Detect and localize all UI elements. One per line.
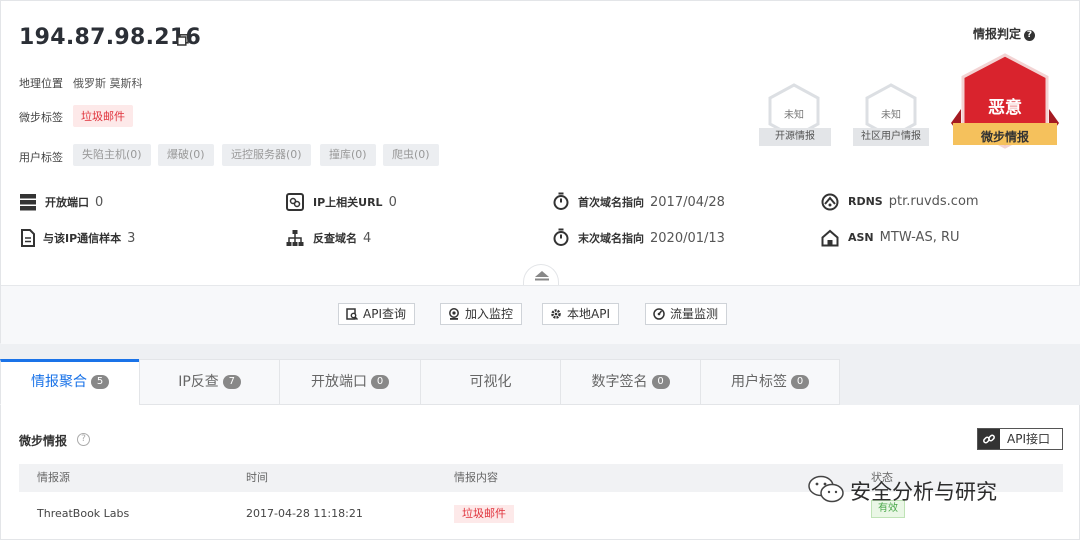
open-source-status: 未知 <box>784 110 804 121</box>
tab-ip-reverse[interactable]: IP反查 7 <box>139 359 280 405</box>
col-content: 情报内容 <box>454 471 498 484</box>
user-tag-compromised[interactable]: 失陷主机(0) <box>73 144 151 166</box>
help-icon[interactable]: ? <box>1024 30 1036 41</box>
gear-icon <box>551 309 561 319</box>
verdict-title: 情报判定? <box>973 25 1036 42</box>
home-icon <box>821 229 839 247</box>
user-tag-label: 用户标签 <box>19 151 63 164</box>
tree-icon <box>286 230 304 246</box>
tab-open-ports[interactable]: 开放端口 0 <box>279 359 421 405</box>
ip-address: 194.87.98.216 <box>19 25 202 50</box>
weibu-tag[interactable]: 垃圾邮件 <box>73 105 133 127</box>
stat-last-resolved: 末次域名指向 2020/01/13 <box>578 231 725 246</box>
tab-visualization[interactable]: 可视化 <box>420 359 561 405</box>
stat-asn: ASN MTW-AS, RU <box>848 230 960 245</box>
link-icon <box>286 193 304 211</box>
api-query-button[interactable]: API查询 <box>338 303 415 325</box>
weibu-verdict-label: 微步情报 <box>980 130 1029 144</box>
geo-label: 地理位置 <box>19 77 63 90</box>
stat-samples: 与该IP通信样本 3 <box>43 231 136 246</box>
add-monitor-button[interactable]: 加入监控 <box>440 303 523 325</box>
file-icon <box>21 229 35 247</box>
open-source-label: 开源情报 <box>759 128 831 146</box>
row-content-tag[interactable]: 垃圾邮件 <box>454 505 514 523</box>
traffic-monitor-button[interactable]: 流量监测 <box>645 303 728 325</box>
weibu-tag-label: 微步标签 <box>19 111 63 124</box>
malicious-status: 恶意 <box>988 98 1022 118</box>
tab-user-tags[interactable]: 用户标签 0 <box>700 359 840 405</box>
user-tag-c2[interactable]: 远控服务器(0) <box>222 144 311 166</box>
action-bar: API查询 加入监控 本地API 流量监测 <box>1 285 1080 344</box>
copy-icon[interactable] <box>177 34 189 46</box>
ip-summary-card: 194.87.98.216 地理位置 俄罗斯 莫斯科 微步标签 垃圾邮件 用户标… <box>0 0 1080 344</box>
local-api-button[interactable]: 本地API <box>542 303 619 325</box>
stopwatch-icon <box>553 192 569 210</box>
dns-icon <box>821 193 839 211</box>
stat-open-ports: 开放端口 0 <box>45 195 104 210</box>
stopwatch-icon <box>553 228 569 246</box>
panel-title: 微步情报 <box>19 434 68 448</box>
community-status: 未知 <box>881 110 901 121</box>
gauge-icon <box>653 308 665 320</box>
user-tag-credential-stuffing[interactable]: 撞库(0) <box>320 144 376 166</box>
geo-value: 俄罗斯 莫斯科 <box>73 77 143 90</box>
collapse-button[interactable] <box>523 264 559 286</box>
webcam-icon <box>449 308 459 320</box>
row-source: ThreatBook Labs <box>37 507 130 520</box>
stat-related-urls: IP上相关URL 0 <box>313 195 397 210</box>
help-icon[interactable]: ? <box>77 433 90 446</box>
watermark-text: 安全分析与研究 <box>850 480 997 504</box>
user-tag-crawler[interactable]: 爬虫(0) <box>383 144 439 166</box>
search-doc-icon <box>346 308 358 320</box>
community-label: 社区用户情报 <box>853 128 929 146</box>
row-time: 2017-04-28 11:18:21 <box>246 507 363 520</box>
col-time: 时间 <box>246 471 268 484</box>
stat-first-resolved: 首次域名指向 2017/04/28 <box>578 195 725 210</box>
api-interface-button[interactable]: API接口 <box>977 428 1063 450</box>
server-icon <box>20 194 36 211</box>
weibu-intel-panel: 微步情报 ? API接口 情报源 时间 情报内容 状态 ThreatBook L… <box>0 405 1080 540</box>
user-tag-bruteforce[interactable]: 爆破(0) <box>158 144 214 166</box>
tab-intel-aggregation[interactable]: 情报聚合 5 <box>0 359 140 405</box>
stat-rdns: RDNS ptr.ruvds.com <box>848 194 979 209</box>
col-source: 情报源 <box>37 471 70 484</box>
eject-icon <box>535 271 549 281</box>
wechat-icon <box>808 475 844 503</box>
link-icon <box>978 429 1000 449</box>
tab-digital-signature[interactable]: 数字签名 0 <box>560 359 701 405</box>
stat-reverse-domains: 反查域名 4 <box>313 231 372 246</box>
